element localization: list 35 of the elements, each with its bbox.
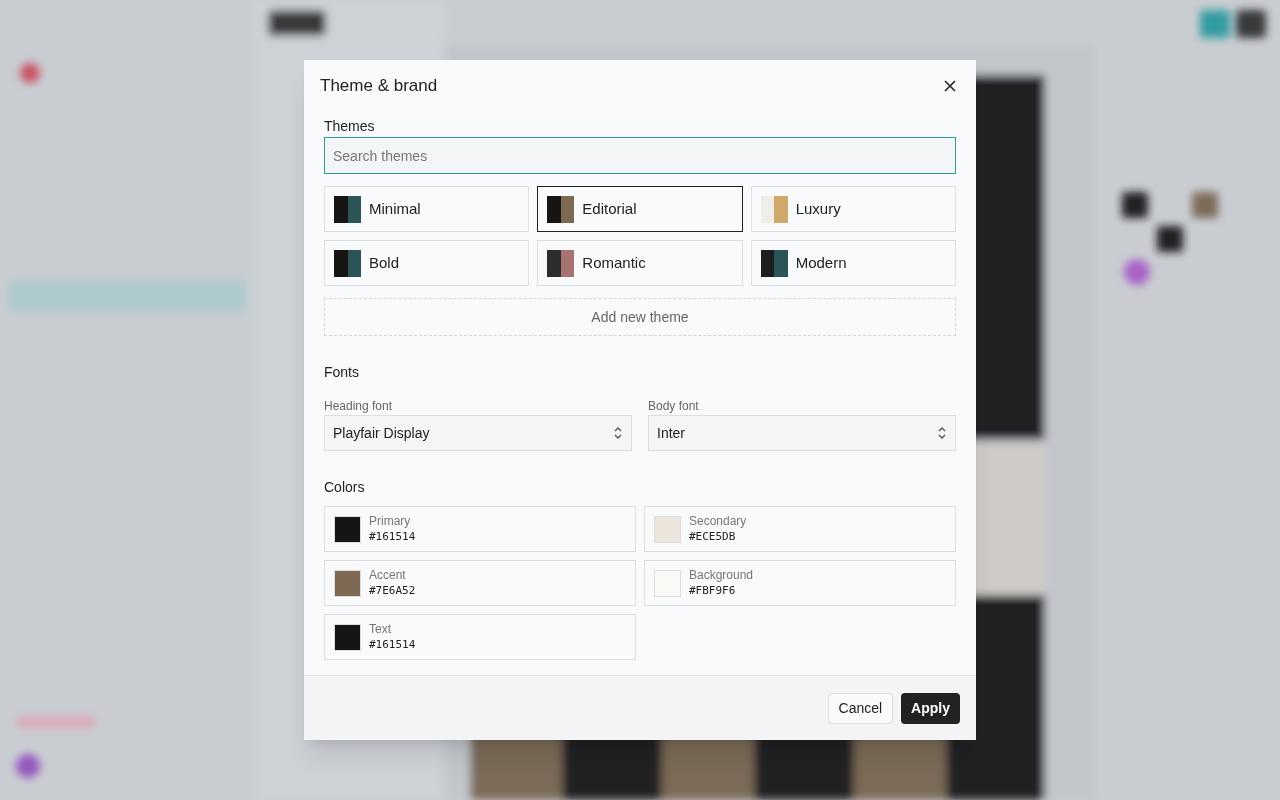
section-label: Fonts (324, 363, 360, 382)
theme-option[interactable]: Romantic (537, 240, 743, 286)
field-label: Body font (648, 398, 700, 415)
color-option[interactable]: Background #FBF9F6 (644, 560, 956, 606)
add-theme-button[interactable]: Add new theme (324, 298, 956, 336)
color-name: Secondary (689, 513, 747, 529)
chevron-updown-icon (937, 426, 947, 440)
color-hex: #161514 (369, 637, 416, 653)
cancel-button[interactable]: Cancel (827, 692, 894, 724)
color-hex: #161514 (369, 529, 416, 545)
font-select[interactable]: Playfair Display (324, 415, 632, 451)
color-name: Accent (369, 567, 407, 583)
color-name: Background (689, 567, 754, 583)
color-hex: #FBF9F6 (689, 583, 737, 599)
search-field[interactable]: Search themes (324, 137, 956, 174)
color-name: Primary (369, 513, 412, 529)
dialog-title: Theme & brand (320, 75, 438, 98)
theme-option[interactable]: Modern (750, 240, 956, 286)
chevron-updown-icon (613, 426, 623, 440)
theme-option[interactable]: Minimal (324, 186, 530, 232)
color-option[interactable]: Accent #7E6A52 (324, 560, 636, 606)
color-hex: #7E6A52 (369, 583, 416, 599)
theme-option[interactable]: Editorial (537, 186, 743, 232)
color-option[interactable]: Text #161514 (324, 614, 636, 660)
theme-option[interactable]: Bold (324, 240, 530, 286)
font-select[interactable]: Inter (648, 415, 956, 451)
field-label: Heading font (324, 398, 394, 415)
section-label: Colors (324, 478, 366, 497)
color-hex: #ECE5DB (689, 529, 737, 545)
color-option[interactable]: Primary #161514 (324, 506, 636, 552)
color-option[interactable]: Secondary #ECE5DB (644, 506, 956, 552)
apply-button[interactable]: Apply (901, 692, 960, 724)
color-name: Text (369, 621, 392, 637)
section-label: Themes (324, 117, 376, 136)
theme-option[interactable]: Luxury (750, 186, 956, 232)
